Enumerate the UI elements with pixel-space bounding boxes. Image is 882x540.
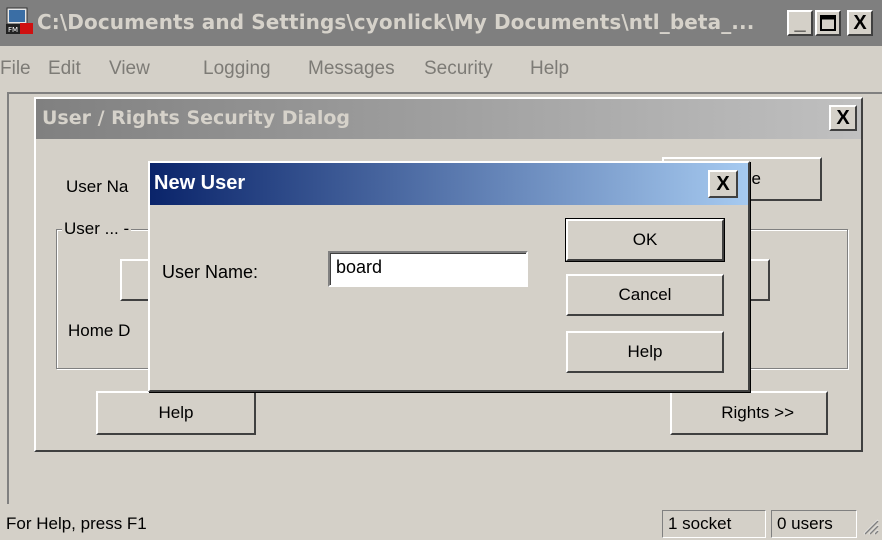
security-dialog-title: User / Rights Security Dialog <box>42 107 351 129</box>
security-help-button-label: Help <box>158 403 194 422</box>
status-bar: For Help, press F1 1 socket 0 users <box>0 506 882 538</box>
new-user-dialog-title: New User <box>154 172 246 194</box>
window-titlebar[interactable]: FM C:\Documents and Settings\cyonlick\My… <box>0 0 882 46</box>
menu-file[interactable]: File <box>0 58 31 80</box>
menu-messages[interactable]: Messages <box>308 58 395 80</box>
menu-edit[interactable]: Edit <box>48 58 81 80</box>
user-group-label: User ... - <box>62 219 132 239</box>
new-user-dialog: New User X User Name: board OK Cancel He… <box>148 161 750 392</box>
ok-button-label: OK <box>632 230 658 249</box>
close-icon: X <box>716 172 730 195</box>
security-dialog-close-button[interactable]: X <box>829 105 857 131</box>
maximize-button[interactable] <box>815 10 841 36</box>
maximize-icon <box>820 15 836 31</box>
security-dialog-titlebar[interactable]: User / Rights Security Dialog X <box>36 99 861 139</box>
menu-logging[interactable]: Logging <box>203 58 271 80</box>
svg-text:FM: FM <box>8 26 18 34</box>
minimize-button[interactable]: _ <box>787 10 813 36</box>
window-title: C:\Documents and Settings\cyonlick\My Do… <box>37 10 755 34</box>
menu-view[interactable]: View <box>109 58 150 80</box>
status-help-text: For Help, press F1 <box>6 514 147 533</box>
cancel-button-label: Cancel <box>618 285 672 304</box>
user-name-label: User Na <box>66 177 129 196</box>
status-user-count: 0 users <box>771 510 857 538</box>
security-help-button[interactable]: Help <box>96 391 256 435</box>
menu-security[interactable]: Security <box>424 58 493 80</box>
window-close-button[interactable]: X <box>847 10 873 36</box>
app-icon[interactable]: FM <box>6 7 34 35</box>
new-user-help-button-label: Help <box>627 342 663 361</box>
new-user-name-label: User Name: <box>162 262 259 282</box>
status-socket-count: 1 socket <box>662 510 766 538</box>
resize-grip-icon[interactable] <box>861 517 879 535</box>
rights-button-label: Rights >> <box>721 403 794 422</box>
menu-help[interactable]: Help <box>530 58 569 80</box>
home-dir-label: Home D <box>68 321 131 340</box>
new-user-dialog-titlebar[interactable]: New User X <box>150 163 748 205</box>
menu-bar: File Edit View Logging Messages Security… <box>0 46 882 92</box>
ok-button[interactable]: OK <box>565 218 725 262</box>
new-user-help-button[interactable]: Help <box>566 331 724 373</box>
rights-button[interactable]: Rights >> <box>670 391 828 435</box>
close-icon: X <box>836 106 850 129</box>
new-user-close-button[interactable]: X <box>708 170 738 198</box>
cancel-button[interactable]: Cancel <box>566 274 724 316</box>
new-user-name-input[interactable]: board <box>328 251 528 287</box>
